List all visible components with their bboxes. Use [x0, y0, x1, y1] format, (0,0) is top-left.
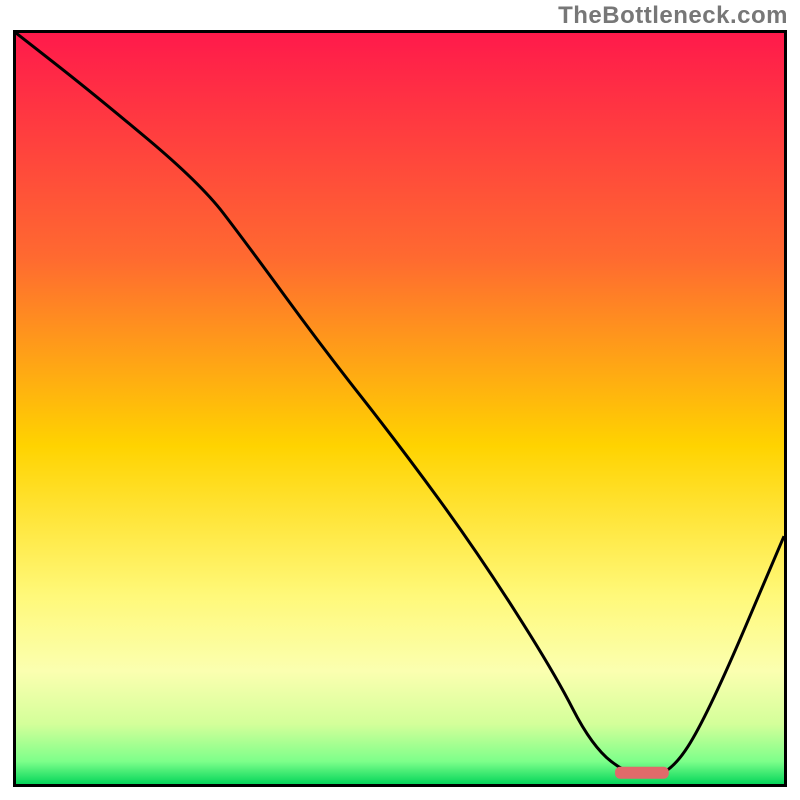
chart-svg — [16, 33, 784, 784]
chart-container: TheBottleneck.com — [0, 0, 800, 800]
plot-area — [13, 30, 787, 787]
watermark-text: TheBottleneck.com — [558, 2, 788, 30]
optimal-marker — [615, 767, 669, 779]
gradient-background — [16, 33, 784, 784]
